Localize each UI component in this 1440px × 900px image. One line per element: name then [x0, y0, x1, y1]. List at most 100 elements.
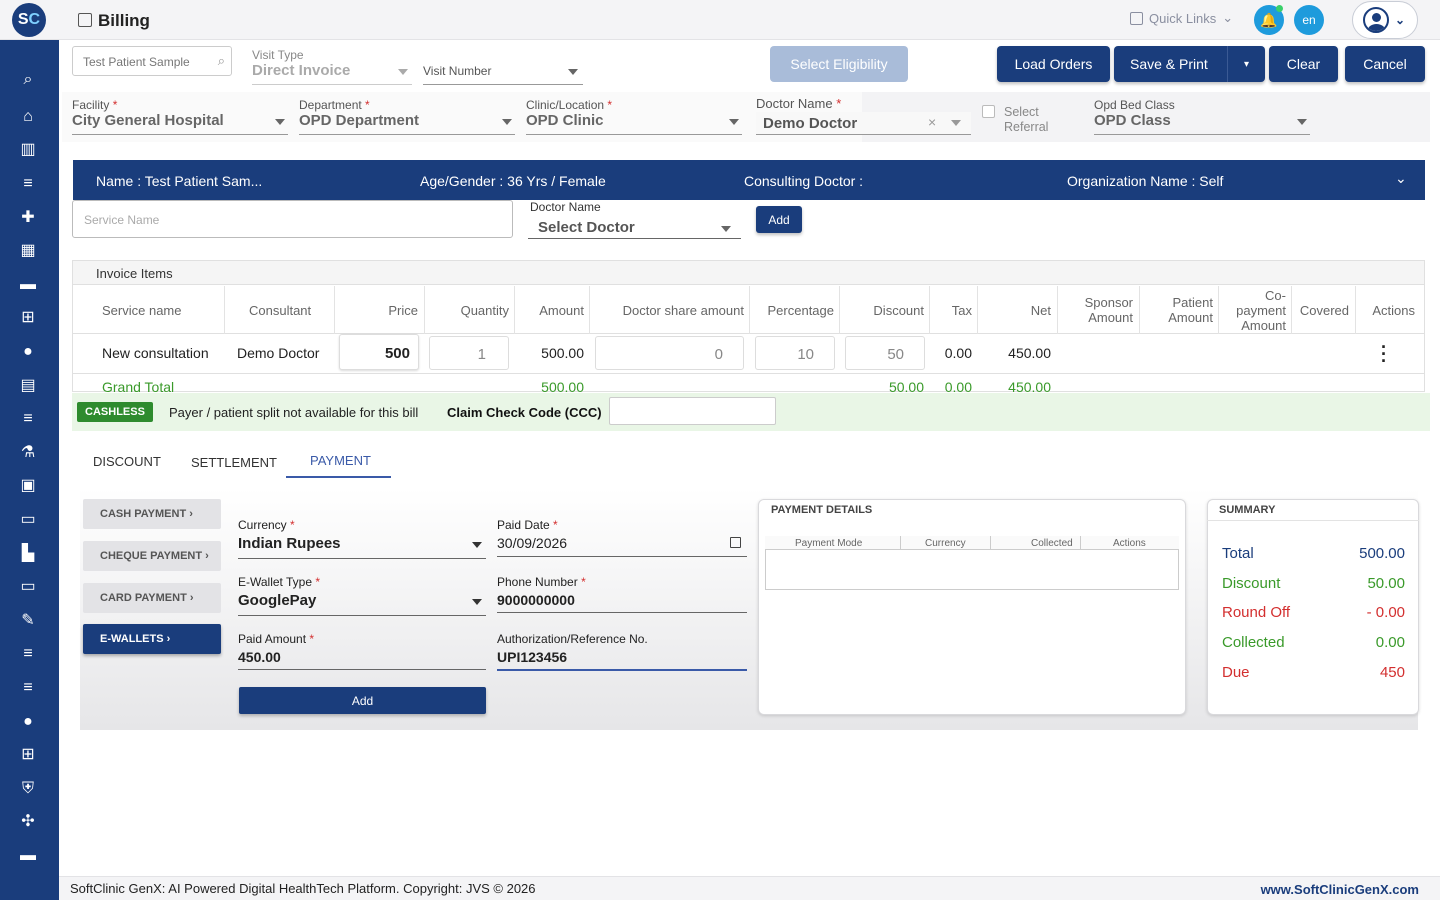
menu-icon[interactable]: ≡: [18, 174, 38, 194]
doctor-select[interactable]: Demo Doctor ×: [756, 112, 971, 134]
add-service-button[interactable]: Add: [756, 206, 802, 233]
visit-number-select[interactable]: Visit Number: [423, 64, 491, 78]
lab-icon[interactable]: ⚗: [18, 443, 38, 463]
visit-type-select[interactable]: Direct Invoice: [252, 62, 350, 79]
ccc-input[interactable]: [609, 397, 776, 425]
app-logo[interactable]: SC: [12, 3, 46, 37]
doctor-underline: [756, 134, 971, 135]
price-input[interactable]: 500: [339, 334, 419, 370]
consulting-doctor: Consulting Doctor :: [744, 173, 864, 189]
row-net: 450.00: [1008, 345, 1051, 361]
bed-class-select[interactable]: OPD Class: [1094, 112, 1171, 129]
cheque-payment-button[interactable]: CHEQUE PAYMENT ›: [83, 541, 221, 571]
chevron-down-icon: ⌄: [1222, 10, 1234, 25]
menu-icon[interactable]: ≡: [18, 644, 38, 664]
shield-icon[interactable]: ⛨: [18, 779, 38, 799]
add-box-icon[interactable]: ⊞: [18, 745, 38, 765]
pharmacy-icon[interactable]: ▣: [18, 476, 38, 496]
col-divider: [589, 286, 590, 334]
user-menu-button[interactable]: ⌄: [1352, 1, 1418, 39]
calendar-icon[interactable]: ▦: [18, 241, 38, 261]
wrench-icon[interactable]: ✎: [18, 611, 38, 631]
summary-total-label: Total: [1222, 545, 1254, 562]
select-eligibility-button[interactable]: Select Eligibility: [770, 46, 908, 82]
blood-drop-icon[interactable]: ●: [18, 712, 38, 732]
chevron-down-icon[interactable]: ⌄: [1395, 170, 1407, 187]
facility-underline: [72, 134, 288, 135]
search-icon[interactable]: ⌕: [18, 70, 38, 90]
person-icon[interactable]: ●: [18, 342, 38, 362]
add-payment-button[interactable]: Add: [239, 687, 486, 714]
home-icon[interactable]: ⌂: [18, 107, 38, 127]
footer: SoftClinic GenX: AI Powered Digital Heal…: [59, 876, 1440, 900]
department-select[interactable]: OPD Department: [299, 112, 419, 129]
menu-icon[interactable]: ≡: [18, 409, 38, 429]
currency-select[interactable]: Indian Rupees: [238, 535, 341, 552]
plus-box-icon[interactable]: ⊞: [18, 308, 38, 328]
clear-icon[interactable]: ×: [928, 114, 936, 130]
currency-header: Currency: [925, 538, 966, 549]
paid-amount-underline: [238, 669, 486, 670]
phone-number-input[interactable]: 9000000000: [497, 592, 575, 608]
summary-discount-label: Discount: [1222, 575, 1281, 592]
quantity-input[interactable]: 1: [429, 336, 509, 370]
currency-underline: [238, 558, 486, 559]
tab-discount[interactable]: DISCOUNT: [93, 454, 161, 469]
folder-icon[interactable]: ▬: [18, 846, 38, 866]
auth-reference-underline: [497, 669, 747, 671]
clear-button[interactable]: Clear: [1269, 46, 1338, 82]
payment-details-title: PAYMENT DETAILS: [771, 504, 873, 516]
paid-date-input[interactable]: 30/09/2026: [497, 535, 567, 551]
tab-settlement[interactable]: SETTLEMENT: [191, 455, 277, 470]
bar-chart-icon[interactable]: ▥: [18, 140, 38, 160]
summary-round-off-value: - 0.00: [1366, 604, 1405, 621]
paid-amount-input[interactable]: 450.00: [238, 649, 281, 665]
document-icon[interactable]: ▤: [18, 376, 38, 396]
clinic-select[interactable]: OPD Clinic: [526, 112, 604, 129]
building-icon[interactable]: ▙: [18, 544, 38, 564]
select-referral-checkbox[interactable]: [982, 105, 995, 118]
cash-payment-button[interactable]: CASH PAYMENT ›: [83, 499, 221, 529]
card-payment-button[interactable]: CARD PAYMENT ›: [83, 583, 221, 613]
dropdown-toggle[interactable]: ▾: [1227, 46, 1265, 82]
more-options-icon[interactable]: · · ·: [1380, 338, 1388, 370]
bed-icon[interactable]: ▬: [18, 275, 38, 295]
percentage-input[interactable]: 10: [755, 336, 835, 370]
header-copayment-amount: Co-payment Amount: [1236, 288, 1286, 333]
menu-icon[interactable]: ≡: [18, 678, 38, 698]
service-doctor-select[interactable]: Select Doctor: [538, 219, 635, 236]
search-icon: ⌕: [217, 53, 225, 68]
discount-input[interactable]: 50: [845, 336, 925, 370]
service-name-input[interactable]: Service Name: [72, 200, 513, 238]
wallet-type-select[interactable]: GooglePay: [238, 592, 316, 609]
tab-payment[interactable]: PAYMENT: [310, 453, 371, 468]
header-tax: Tax: [951, 303, 972, 318]
load-orders-button[interactable]: Load Orders: [997, 46, 1110, 82]
facility-select[interactable]: City General Hospital: [72, 112, 224, 129]
col-divider: [900, 536, 901, 550]
medical-bag-icon[interactable]: ✚: [18, 208, 38, 228]
summary-discount-value: 50.00: [1367, 575, 1405, 592]
chevron-down-icon: [472, 599, 482, 605]
footer-website-link[interactable]: www.SoftClinicGenX.com: [1261, 882, 1419, 897]
chevron-down-icon: [472, 542, 482, 548]
devices-icon[interactable]: ▭: [18, 577, 38, 597]
language-button[interactable]: en: [1294, 5, 1324, 35]
calendar-icon[interactable]: [730, 537, 741, 548]
cancel-button[interactable]: Cancel: [1345, 46, 1425, 82]
patient-search-input[interactable]: Test Patient Sample ⌕: [72, 46, 232, 76]
notification-dot: [1276, 5, 1283, 12]
visit-number-underline: [423, 84, 583, 85]
e-wallets-button[interactable]: E-WALLETS ›: [83, 624, 221, 654]
auth-reference-input[interactable]: UPI123456: [497, 649, 567, 665]
patient-banner[interactable]: Name : Test Patient Sam... Age/Gender : …: [73, 160, 1425, 200]
doctor-share-input[interactable]: 0: [595, 336, 744, 370]
page-title: Billing: [98, 11, 150, 30]
book-icon[interactable]: ▭: [18, 510, 38, 530]
chevron-down-icon: ⌄: [1395, 13, 1406, 27]
header-doctor-share: Doctor share amount: [622, 303, 744, 318]
gift-icon: [1130, 11, 1143, 25]
quick-links-menu[interactable]: Quick Links ⌄: [1130, 10, 1233, 26]
save-print-button[interactable]: Save & Print ▾: [1114, 46, 1265, 82]
network-icon[interactable]: ✣: [18, 812, 38, 832]
